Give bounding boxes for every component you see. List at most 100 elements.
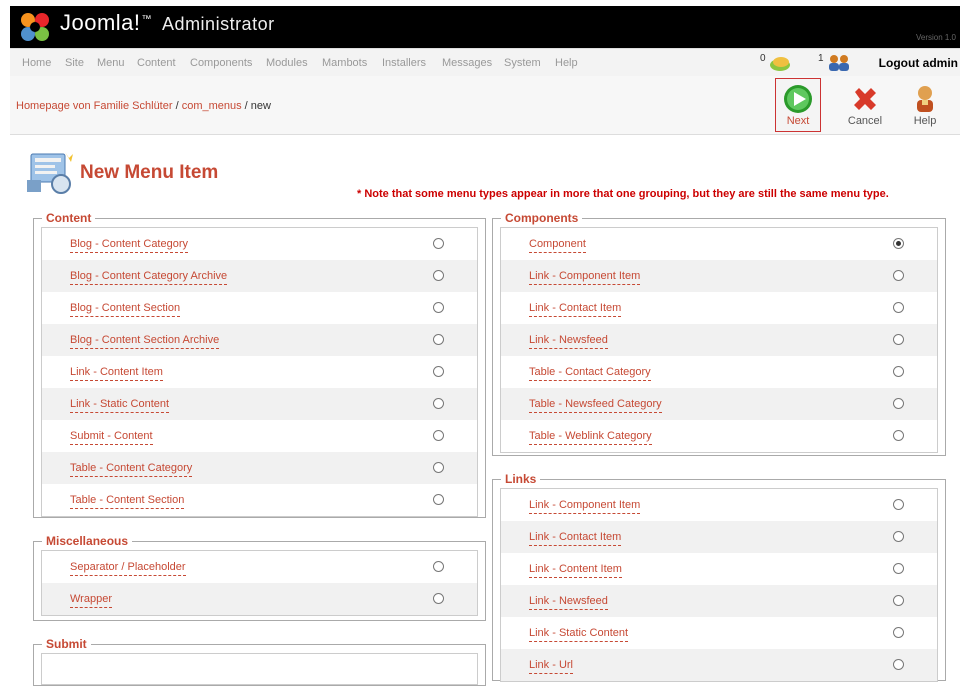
- messages-icon[interactable]: [768, 54, 792, 72]
- menu-type-link[interactable]: Link - Content Item: [70, 367, 163, 381]
- menu-type-link[interactable]: Link - Component Item: [529, 271, 641, 285]
- menu-type-link[interactable]: Link - Newsfeed: [529, 335, 608, 349]
- list-item[interactable]: Table - Contact Category: [501, 356, 937, 388]
- list-item[interactable]: Link - Newsfeed: [501, 324, 937, 356]
- list-item[interactable]: Link - Static Content: [501, 617, 937, 649]
- menu-type-link[interactable]: Table - Content Category: [70, 463, 193, 477]
- breadcrumb: Homepage von Familie Schlüter / com_menu…: [16, 100, 271, 112]
- menu-type-link[interactable]: Link - Contact Item: [529, 303, 622, 317]
- users-icon[interactable]: [826, 53, 852, 73]
- menu-type-radio-selected[interactable]: [893, 238, 904, 249]
- menu-type-link[interactable]: Link - Url: [529, 660, 574, 674]
- menu-type-link[interactable]: Link - Content Item: [529, 564, 622, 578]
- menu-type-radio[interactable]: [893, 563, 904, 574]
- menu-type-radio[interactable]: [433, 462, 444, 473]
- menu-type-link[interactable]: Blog - Content Section: [70, 303, 181, 317]
- menu-type-radio[interactable]: [433, 561, 444, 572]
- menu-type-link[interactable]: Table - Weblink Category: [529, 431, 652, 445]
- menu-type-link[interactable]: Link - Static Content: [529, 628, 629, 642]
- menu-type-radio[interactable]: [433, 398, 444, 409]
- menu-installers[interactable]: Installers: [382, 57, 426, 69]
- menu-system[interactable]: System: [504, 57, 541, 69]
- list-item[interactable]: Submit - Content: [42, 420, 477, 452]
- menu-mambots[interactable]: Mambots: [322, 57, 367, 69]
- links-group-list: Link - Component Item Link - Contact Ite…: [500, 488, 938, 682]
- menu-components[interactable]: Components: [190, 57, 252, 69]
- help-button[interactable]: Help: [902, 78, 948, 132]
- list-item[interactable]: Link - Contact Item: [501, 292, 937, 324]
- list-item[interactable]: Wrapper: [42, 583, 477, 615]
- menu-type-radio[interactable]: [433, 302, 444, 313]
- menu-type-link[interactable]: Component: [529, 239, 586, 253]
- list-item[interactable]: Link - Component Item: [501, 260, 937, 292]
- cancel-button[interactable]: Cancel: [842, 78, 888, 132]
- menu-type-radio[interactable]: [433, 430, 444, 441]
- menu-type-radio[interactable]: [893, 302, 904, 313]
- logout-link[interactable]: Logout admin: [879, 56, 958, 70]
- menu-type-link[interactable]: Wrapper: [70, 594, 112, 608]
- menu-type-link[interactable]: Link - Contact Item: [529, 532, 622, 546]
- menu-site[interactable]: Site: [65, 57, 84, 69]
- menu-menu[interactable]: Menu: [97, 57, 125, 69]
- menu-type-radio[interactable]: [433, 593, 444, 604]
- next-label: Next: [786, 115, 810, 127]
- list-item[interactable]: Component: [501, 228, 937, 260]
- menu-type-link[interactable]: Submit - Content: [70, 431, 153, 445]
- breadcrumb-component[interactable]: com_menus: [182, 100, 242, 112]
- menu-type-link[interactable]: Link - Static Content: [70, 399, 170, 413]
- list-item[interactable]: Table - Weblink Category: [501, 420, 937, 452]
- list-item[interactable]: Link - Content Item: [501, 553, 937, 585]
- menu-type-link[interactable]: Blog - Content Category Archive: [70, 271, 228, 285]
- menu-type-radio[interactable]: [433, 366, 444, 377]
- list-item[interactable]: Blog - Content Category: [42, 228, 477, 260]
- menu-type-note: * Note that some menu types appear in mo…: [357, 188, 889, 200]
- menu-type-radio[interactable]: [893, 499, 904, 510]
- breadcrumb-site[interactable]: Homepage von Familie Schlüter: [16, 100, 173, 112]
- menu-type-link[interactable]: Table - Contact Category: [529, 367, 651, 381]
- breadcrumb-current: new: [250, 100, 271, 112]
- menu-type-radio[interactable]: [433, 334, 444, 345]
- list-item[interactable]: Link - Contact Item: [501, 521, 937, 553]
- menu-type-radio[interactable]: [433, 238, 444, 249]
- menu-type-radio[interactable]: [893, 334, 904, 345]
- brand-name: Joomla!: [60, 10, 141, 35]
- menu-home[interactable]: Home: [22, 57, 51, 69]
- main-menu-bar: Home Site Menu Content Components Module…: [10, 48, 960, 78]
- brand-tm: ™: [141, 13, 153, 25]
- menu-type-radio[interactable]: [893, 270, 904, 281]
- menu-type-radio[interactable]: [893, 595, 904, 606]
- menu-type-link[interactable]: Separator / Placeholder: [70, 562, 186, 576]
- list-item[interactable]: Link - Component Item: [501, 489, 937, 521]
- menu-modules[interactable]: Modules: [266, 57, 308, 69]
- menu-content[interactable]: Content: [137, 57, 176, 69]
- menu-messages[interactable]: Messages: [442, 57, 492, 69]
- menu-help[interactable]: Help: [555, 57, 578, 69]
- list-item[interactable]: Blog - Content Category Archive: [42, 260, 477, 292]
- menu-type-link[interactable]: Link - Newsfeed: [529, 596, 608, 610]
- menu-type-link[interactable]: Link - Component Item: [529, 500, 641, 514]
- list-item[interactable]: Blog - Content Section: [42, 292, 477, 324]
- menu-type-link[interactable]: Table - Content Section: [70, 495, 185, 509]
- miscellaneous-group: Miscellaneous Separator / Placeholder Wr…: [33, 534, 486, 621]
- menu-type-radio[interactable]: [893, 398, 904, 409]
- menu-type-radio[interactable]: [893, 430, 904, 441]
- menu-type-link[interactable]: Blog - Content Section Archive: [70, 335, 220, 349]
- list-item[interactable]: Table - Newsfeed Category: [501, 388, 937, 420]
- menu-type-radio[interactable]: [433, 494, 444, 505]
- menu-type-radio[interactable]: [433, 270, 444, 281]
- list-item[interactable]: Link - Url: [501, 649, 937, 681]
- list-item[interactable]: Table - Content Section: [42, 484, 477, 516]
- list-item[interactable]: Blog - Content Section Archive: [42, 324, 477, 356]
- list-item[interactable]: Separator / Placeholder: [42, 551, 477, 583]
- menu-type-link[interactable]: Blog - Content Category: [70, 239, 189, 253]
- menu-type-radio[interactable]: [893, 627, 904, 638]
- list-item[interactable]: Link - Content Item: [42, 356, 477, 388]
- menu-type-radio[interactable]: [893, 366, 904, 377]
- menu-type-radio[interactable]: [893, 531, 904, 542]
- list-item[interactable]: Table - Content Category: [42, 452, 477, 484]
- next-button[interactable]: Next: [775, 78, 821, 132]
- menu-type-link[interactable]: Table - Newsfeed Category: [529, 399, 662, 413]
- list-item[interactable]: Link - Static Content: [42, 388, 477, 420]
- list-item[interactable]: Link - Newsfeed: [501, 585, 937, 617]
- menu-type-radio[interactable]: [893, 659, 904, 670]
